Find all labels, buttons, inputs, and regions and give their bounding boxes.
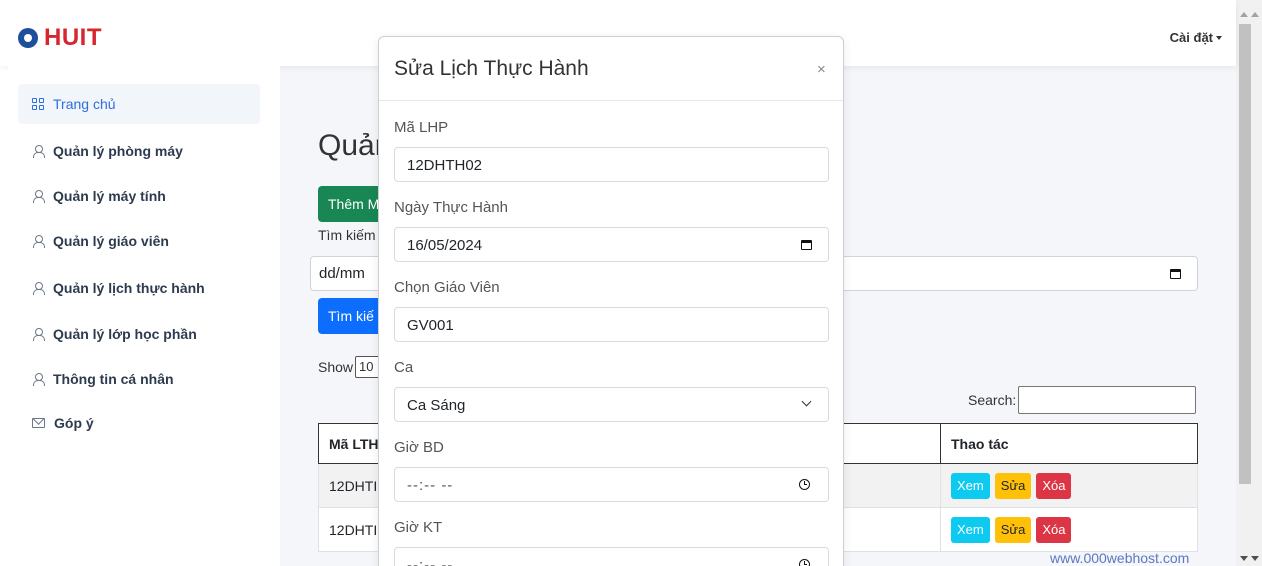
scroll-down-icon[interactable]	[1240, 556, 1248, 561]
start-time-value: --:-- --	[407, 477, 454, 494]
start-time-label: Giờ BD	[394, 439, 444, 456]
actions-cell: Xem Sửa Xóa	[940, 507, 1198, 552]
sidebar-item-label: Quản lý giáo viên	[53, 233, 169, 249]
class-code-value: 12DHTH02	[407, 157, 483, 174]
class-code-label: Mã LHP	[394, 119, 449, 136]
sidebar-item-label: Thông tin cá nhân	[53, 371, 174, 387]
sidebar-item-profile[interactable]: Thông tin cá nhân	[18, 359, 260, 399]
page-scrollbar[interactable]	[1236, 0, 1262, 566]
grid-icon	[32, 98, 44, 110]
scroll-down-icon[interactable]	[1251, 556, 1259, 561]
sidebar-item-label: Góp ý	[54, 415, 94, 431]
teacher-value: GV001	[407, 317, 454, 334]
teacher-input[interactable]: GV001	[394, 307, 829, 342]
sidebar-item-label: Trang chủ	[53, 96, 116, 112]
class-code-input[interactable]: 12DHTH02	[394, 147, 829, 182]
user-icon	[32, 190, 45, 203]
shift-value: Ca Sáng	[407, 397, 466, 414]
practice-date-value: 16/05/2024	[407, 237, 483, 254]
edit-schedule-modal: Sửa Lịch Thực Hành × Mã LHP 12DHTH02 Ngà…	[378, 36, 844, 566]
practice-date-input[interactable]: 16/05/2024	[394, 227, 829, 262]
caret-down-icon	[1216, 35, 1222, 40]
clock-icon[interactable]	[799, 559, 810, 566]
teacher-label: Chọn Giáo Viên	[394, 279, 500, 296]
logo-text: HUIT	[44, 24, 102, 51]
show-label: Show	[318, 359, 354, 375]
close-icon[interactable]: ×	[817, 61, 826, 78]
user-icon	[32, 235, 45, 248]
sidebar-item-schedule[interactable]: Quản lý lịch thực hành	[18, 268, 260, 308]
search-label: Tìm kiếm	[318, 227, 376, 243]
user-icon	[32, 145, 45, 158]
practice-date-label: Ngày Thực Hành	[394, 199, 508, 216]
sidebar-item-computers[interactable]: Quản lý máy tính	[18, 176, 260, 216]
sidebar-item-label: Quản lý lớp học phần	[53, 326, 197, 342]
sidebar-item-label: Quản lý lịch thực hành	[53, 280, 205, 296]
webhost-link[interactable]: www.000webhost.com	[1050, 550, 1189, 566]
sidebar-item-label: Quản lý máy tính	[53, 188, 166, 204]
sidebar-item-rooms[interactable]: Quản lý phòng máy	[18, 131, 260, 171]
sidebar: Trang chủ Quản lý phòng máy Quản lý máy …	[8, 66, 280, 566]
user-icon	[32, 282, 45, 295]
view-button[interactable]: Xem	[951, 472, 990, 499]
settings-dropdown[interactable]: Cài đặt	[1170, 30, 1222, 45]
logo-icon	[18, 28, 38, 48]
sidebar-item-teachers[interactable]: Quản lý giáo viên	[18, 221, 260, 261]
user-icon	[32, 373, 45, 386]
delete-button[interactable]: Xóa	[1036, 516, 1072, 543]
sidebar-item-home[interactable]: Trang chủ	[18, 84, 260, 124]
calendar-icon[interactable]	[801, 240, 812, 250]
settings-label: Cài đặt	[1169, 30, 1213, 45]
calendar-icon[interactable]	[1170, 269, 1181, 279]
modal-title: Sửa Lịch Thực Hành	[394, 57, 589, 80]
mail-icon	[32, 418, 45, 428]
table-search-label: Search:	[968, 392, 1017, 408]
user-icon	[32, 328, 45, 341]
table-search-input[interactable]	[1018, 386, 1197, 414]
date-filter-value: dd/mm	[319, 265, 365, 282]
sidebar-item-feedback[interactable]: Góp ý	[18, 403, 260, 443]
clock-icon[interactable]	[799, 479, 810, 490]
modal-header: Sửa Lịch Thực Hành ×	[379, 37, 843, 101]
edit-button[interactable]: Sửa	[994, 472, 1032, 499]
start-time-input[interactable]: --:-- --	[394, 467, 829, 502]
scrollbar-thumb[interactable]	[1239, 24, 1251, 484]
page-length-control: Show 10	[318, 356, 386, 378]
actions-cell: Xem Sửa Xóa	[940, 463, 1198, 508]
chevron-down-icon	[801, 396, 812, 407]
sidebar-item-label: Quản lý phòng máy	[53, 143, 183, 159]
column-header: Thao tác	[940, 423, 1198, 464]
scroll-up-icon[interactable]	[1240, 12, 1248, 17]
shift-label: Ca	[394, 359, 414, 376]
end-time-input[interactable]: --:-- --	[394, 547, 829, 566]
sidebar-item-classes[interactable]: Quản lý lớp học phần	[18, 314, 260, 354]
scroll-up-icon[interactable]	[1251, 12, 1259, 17]
view-button[interactable]: Xem	[951, 516, 990, 543]
end-time-value: --:-- --	[407, 557, 454, 566]
edit-button[interactable]: Sửa	[994, 516, 1032, 543]
shift-select[interactable]: Ca Sáng	[394, 387, 829, 422]
table-search: Search:	[968, 386, 1197, 414]
end-time-label: Giờ KT	[394, 519, 443, 536]
logo[interactable]: HUIT	[18, 24, 102, 52]
delete-button[interactable]: Xóa	[1036, 472, 1072, 499]
